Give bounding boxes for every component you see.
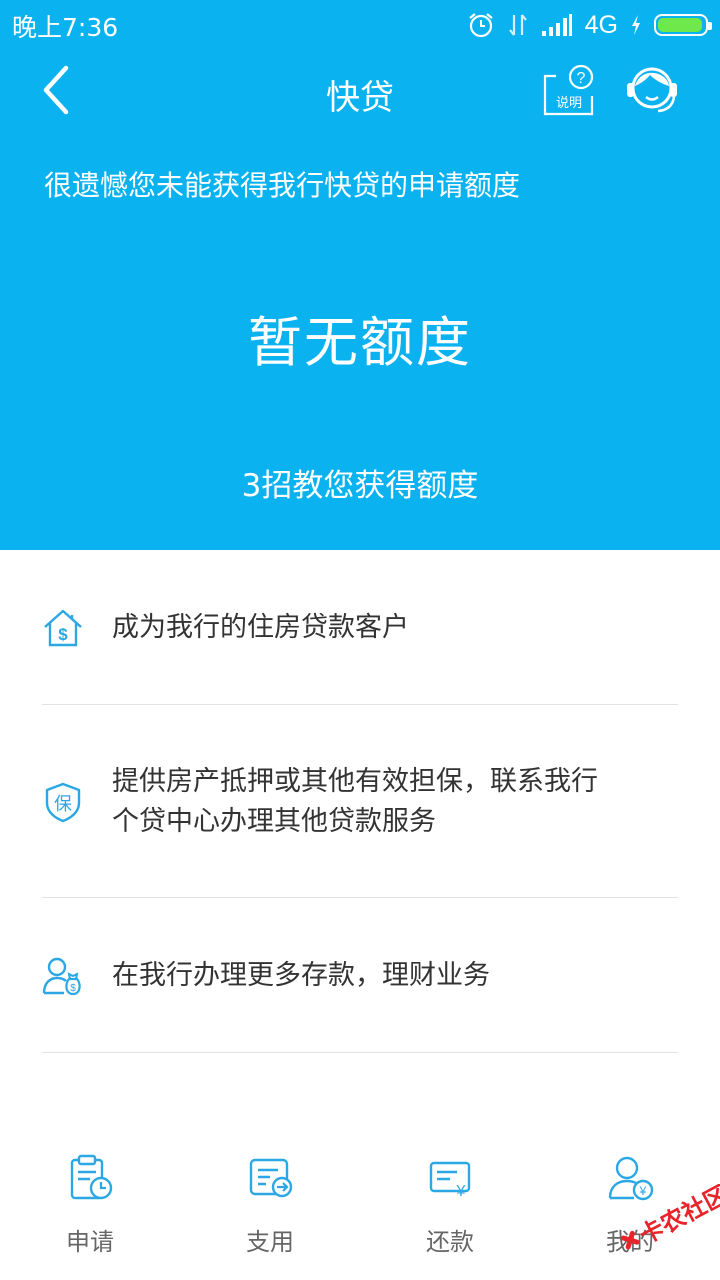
- data-transfer-icon: [508, 14, 527, 36]
- no-quota-message: 很遗憾您未能获得我行快贷的申请额度: [44, 169, 521, 202]
- status-icons: 4G: [467, 8, 712, 42]
- tab-use[interactable]: 支用: [180, 1140, 360, 1280]
- tip-text: 提供房产抵押或其他有效担保，联系我行 个贷中心办理其他贷款服务: [112, 766, 598, 837]
- tip-item-guarantee: 保 提供房产抵押或其他有效担保，联系我行 个贷中心办理其他贷款服务: [42, 762, 678, 842]
- status-bar: 晚上7:36 4G: [0, 0, 720, 50]
- tab-label: 申请: [66, 1228, 114, 1256]
- watermark-logo: 卡农社区: [621, 1184, 720, 1250]
- use-card-icon: [249, 1158, 293, 1198]
- svg-text:¥: ¥: [456, 1183, 466, 1200]
- alarm-icon: [468, 13, 493, 38]
- battery-icon: [654, 14, 712, 36]
- shield-badge-text: 保: [54, 794, 72, 815]
- hero-panel: 晚上7:36 4G 快贷 ? 说明 很遗憾您未能获得我行快贷的申请额度 暂无额度…: [0, 0, 720, 550]
- repay-yuan-icon: ¥: [429, 1161, 471, 1200]
- quota-amount: 暂无额度: [248, 311, 472, 374]
- svg-text:$: $: [70, 983, 76, 994]
- divider: [42, 704, 678, 705]
- tab-repay[interactable]: ¥ 还款: [360, 1140, 540, 1280]
- divider: [42, 897, 678, 898]
- network-type: 4G: [584, 10, 618, 39]
- charging-icon: [632, 15, 640, 35]
- tab-label: 支用: [246, 1228, 294, 1256]
- house-dollar-icon: $: [44, 609, 82, 647]
- bottom-tab-bar: 申请 支用 ¥ 还款 ¥ 我的: [0, 1140, 720, 1280]
- person-moneybag-icon: $: [42, 957, 81, 996]
- page-title: 快贷: [326, 78, 394, 118]
- headset-agent-icon: [627, 67, 677, 113]
- help-label: 说明: [555, 96, 582, 111]
- status-time: 晚上7:36: [12, 13, 119, 42]
- shield-bao-icon: 保: [45, 782, 81, 823]
- svg-text:$: $: [58, 625, 68, 644]
- divider: [42, 1052, 678, 1053]
- signal-icon: [541, 14, 572, 36]
- watermark-text: 卡农社区: [635, 1184, 720, 1250]
- tip-item-mortgage: $ 成为我行的住房贷款客户: [42, 604, 678, 652]
- tab-apply[interactable]: 申请: [0, 1140, 180, 1280]
- apply-clipboard-icon: [70, 1154, 113, 1200]
- tab-label: 还款: [426, 1228, 474, 1256]
- tip-item-deposit: $ 在我行办理更多存款，理财业务: [42, 952, 678, 1000]
- tip-text: 在我行办理更多存款，理财业务: [112, 960, 490, 991]
- svg-text:?: ?: [577, 70, 586, 87]
- tips-link[interactable]: 3招教您获得额度: [0, 460, 720, 505]
- customer-service-button[interactable]: [622, 62, 682, 118]
- help-button[interactable]: ? 说明: [542, 64, 596, 118]
- tip-text: 成为我行的住房贷款客户: [112, 612, 409, 643]
